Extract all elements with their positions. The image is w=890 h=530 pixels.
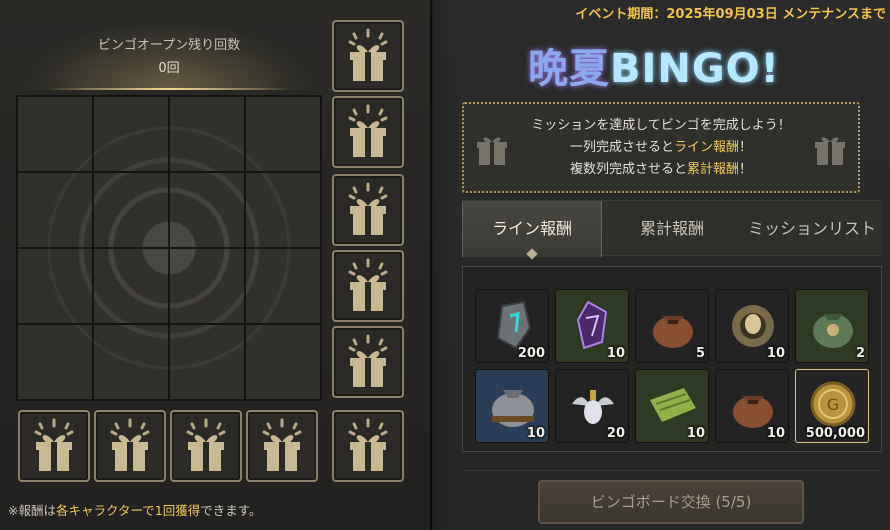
bingo-cell[interactable] [245, 248, 321, 324]
line-reward-gift-row-2[interactable] [332, 174, 404, 246]
bingo-cell[interactable] [245, 324, 321, 400]
gift-icon [348, 28, 388, 81]
mission-line-2: 一列完成させるとライン報酬！ [569, 140, 753, 155]
bingo-cell[interactable] [245, 96, 321, 172]
gift-decoration-icon [474, 132, 510, 172]
bingo-cell[interactable] [169, 172, 245, 248]
brown-pouch-icon [726, 378, 780, 432]
green-pouch-icon [806, 298, 860, 352]
bingo-cell[interactable] [93, 248, 169, 324]
svg-text:G: G [827, 395, 839, 414]
gift-icon [348, 334, 388, 387]
bingo-cell[interactable] [93, 172, 169, 248]
gift-icon [348, 258, 388, 311]
line-reward-gift-anti-diagonal[interactable] [332, 410, 404, 482]
mission-description-box: ミッションを達成してビンゴを完成しよう！ 一列完成させるとライン報酬！ 複数列完… [462, 102, 860, 193]
mission-line-3: 複数列完成させると累計報酬！ [569, 162, 753, 177]
reward-slot[interactable]: 10 [475, 369, 549, 443]
gift-decoration-icon [812, 132, 848, 172]
open-count-label: ビンゴオープン残り回数 [97, 38, 241, 53]
tab-mission-list[interactable]: ミッションリスト [742, 201, 882, 257]
bingo-event-screen: ビンゴオープン残り回数 0回 ※報酬は各キャラクターで1回獲得できます。 イベン… [0, 0, 890, 530]
gift-icon [262, 418, 302, 471]
line-reward-gift-row-3[interactable] [332, 250, 404, 322]
bingo-cell[interactable] [93, 96, 169, 172]
bingo-cell[interactable] [93, 324, 169, 400]
bingo-cell[interactable] [17, 96, 93, 172]
bingo-cell[interactable] [17, 324, 93, 400]
line-reward-gift-col-2[interactable] [94, 410, 166, 482]
gift-icon [34, 418, 74, 471]
gray-crystal-stone-icon [486, 298, 540, 352]
event-period: イベント期間：2025年09月03日 メンテナンスまで [575, 7, 886, 22]
reward-slot[interactable]: G 500,000 [795, 369, 869, 443]
purple-crystal-icon [566, 298, 620, 352]
bingo-cell[interactable] [169, 248, 245, 324]
reward-grid: 200 10 5 10 2 10 20 10 10 G 500,000 [462, 266, 882, 452]
silver-pouch-icon [486, 378, 540, 432]
gift-icon [348, 104, 388, 157]
reward-slot[interactable]: 10 [715, 289, 789, 363]
winged-potion-icon [566, 378, 620, 432]
green-scroll-icon [646, 378, 700, 432]
bingo-board [16, 95, 322, 401]
title-main: 晩夏 [528, 46, 610, 92]
golden-nest-icon [726, 298, 780, 352]
event-title: 晩夏BINGO! [528, 36, 780, 92]
event-info-panel: イベント期間：2025年09月03日 メンテナンスまで 晩夏BINGO! ミッシ… [434, 0, 890, 530]
tab-cumulative-reward[interactable]: 累計報酬 [602, 201, 742, 257]
reward-slot[interactable]: 5 [635, 289, 709, 363]
line-reward-gift-row-1[interactable] [332, 96, 404, 168]
reward-slot[interactable]: 2 [795, 289, 869, 363]
bingo-board-panel: ビンゴオープン残り回数 0回 ※報酬は各キャラクターで1回獲得できます。 [0, 0, 432, 530]
line-reward-gift-row-4[interactable] [332, 326, 404, 398]
gift-icon [348, 182, 388, 235]
reward-tabs: ライン報酬 累計報酬 ミッションリスト [462, 200, 882, 257]
line-reward-gift-col-1[interactable] [18, 410, 90, 482]
line-reward-gift-col-4[interactable] [246, 410, 318, 482]
gift-icon [110, 418, 150, 471]
bingo-cell[interactable] [17, 248, 93, 324]
reward-slot[interactable]: 10 [635, 369, 709, 443]
line-reward-gift-diagonal[interactable] [332, 20, 404, 92]
reward-slot[interactable]: 200 [475, 289, 549, 363]
bingo-cell[interactable] [17, 172, 93, 248]
bingo-cell[interactable] [169, 324, 245, 400]
gift-icon [186, 418, 226, 471]
bingo-board-exchange-button[interactable]: ビンゴボード交換 (5/5) [538, 480, 804, 524]
bingo-cell[interactable] [169, 96, 245, 172]
reward-slot[interactable]: 20 [555, 369, 629, 443]
bingo-cell[interactable] [245, 172, 321, 248]
reward-slot[interactable]: 10 [555, 289, 629, 363]
mission-line-1: ミッションを達成してビンゴを完成しよう！ [531, 118, 791, 133]
open-count-value: 0回 [158, 61, 180, 76]
gold-coin-icon: G [806, 378, 860, 432]
header-glow-line [46, 88, 292, 90]
brown-pouch-icon [646, 298, 700, 352]
open-count-header: ビンゴオープン残り回数 0回 [16, 18, 322, 90]
line-reward-gift-col-3[interactable] [170, 410, 242, 482]
reward-slot[interactable]: 10 [715, 369, 789, 443]
divider [462, 470, 882, 471]
gift-icon [348, 418, 388, 471]
reward-note: ※報酬は各キャラクターで1回獲得できます。 [8, 503, 262, 518]
title-accent: BINGO! [610, 46, 780, 92]
tab-line-reward[interactable]: ライン報酬 [462, 201, 602, 257]
